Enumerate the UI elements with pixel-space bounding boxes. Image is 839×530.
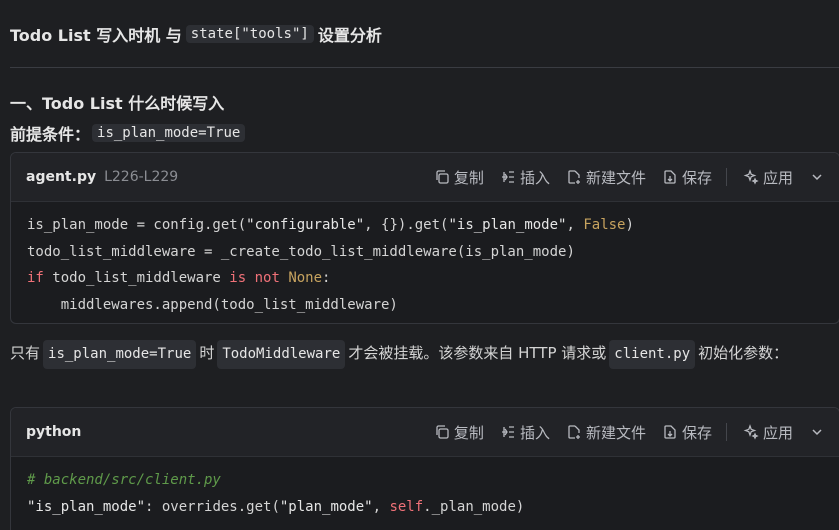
- toolbar-separator: [725, 168, 727, 186]
- apply-label: 应用: [762, 168, 793, 187]
- para-text: 初始化参数：: [698, 344, 789, 362]
- new-file-label: 新建文件: [585, 168, 646, 187]
- para-text: 才会被挂载。该参数来自 HTTP 请求或: [348, 344, 607, 362]
- new-file-icon: [568, 425, 580, 439]
- copy-icon: [436, 170, 449, 184]
- save-label: 保存: [681, 168, 712, 187]
- insert-button[interactable]: 插入: [494, 422, 556, 443]
- save-button[interactable]: 保存: [656, 422, 718, 443]
- save-icon: [664, 425, 676, 439]
- code-block-header: agent.py L226-L229 复制 插入 新建文件 保存 应用: [11, 153, 839, 202]
- insert-label: 插入: [519, 168, 550, 187]
- section-heading: 一、Todo List 什么时候写入: [10, 94, 225, 113]
- code-block-filename: agent.py: [26, 169, 97, 185]
- inline-code: TodoMiddleware: [217, 340, 346, 369]
- code-line-3: if todo_list_middleware is not None:: [27, 265, 823, 292]
- code-block-python: python 复制 插入 新建文件 保存 应用 # backend/src/cl…: [10, 407, 839, 530]
- page: Todo List 写入时机 与 state["tools"] 设置分析 一、T…: [0, 0, 839, 530]
- copy-button[interactable]: 复制: [428, 422, 490, 443]
- code-block-header: python 复制 插入 新建文件 保存 应用: [11, 408, 839, 457]
- insert-label: 插入: [519, 423, 550, 442]
- inline-code: client.py: [609, 340, 696, 369]
- code-block-agent: agent.py L226-L229 复制 插入 新建文件 保存 应用 is_p…: [10, 152, 839, 324]
- sparkle-icon: [743, 424, 759, 440]
- code-block-actions: 复制 插入 新建文件 保存 应用: [424, 422, 825, 443]
- code-text: if todo_list_middleware is not None:: [27, 270, 331, 286]
- sparkle-icon: [743, 169, 759, 185]
- new-file-button[interactable]: 新建文件: [560, 167, 652, 188]
- title-suffix: 设置分析: [317, 26, 382, 45]
- precondition-label: 前提条件：: [10, 125, 91, 144]
- code-line-2: todo_list_middleware = _create_todo_list…: [27, 239, 823, 266]
- precondition-code: is_plan_mode=True: [92, 124, 246, 142]
- code-line-1: # backend/src/client.py: [27, 467, 823, 494]
- copy-icon: [436, 425, 449, 439]
- code-text: is_plan_mode = config.get("configurable"…: [27, 217, 634, 233]
- new-file-icon: [568, 170, 580, 184]
- code-text: "is_plan_mode": overrides.get("plan_mode…: [27, 498, 525, 515]
- new-file-label: 新建文件: [585, 423, 646, 442]
- code-line-1: is_plan_mode = config.get("configurable"…: [27, 212, 823, 239]
- page-title: Todo List 写入时机 与 state["tools"] 设置分析: [10, 22, 382, 46]
- code-text: todo_list_middleware = _create_todo_list…: [27, 243, 575, 260]
- copy-label: 复制: [453, 423, 484, 442]
- para-text: 时: [199, 344, 215, 362]
- divider: [10, 67, 839, 68]
- insert-button[interactable]: 插入: [494, 167, 556, 188]
- code-block-body[interactable]: # backend/src/client.py "is_plan_mode": o…: [11, 457, 839, 530]
- code-block-language: python: [26, 424, 82, 440]
- code-block-actions: 复制 插入 新建文件 保存 应用: [424, 167, 825, 188]
- code-line-2: "is_plan_mode": overrides.get("plan_mode…: [27, 494, 823, 521]
- description-paragraph: 只有 is_plan_mode=True 时 TodoMiddleware 才会被挂载。…: [10, 340, 830, 369]
- save-label: 保存: [681, 423, 712, 442]
- title-code: state["tools"]: [185, 25, 314, 43]
- new-file-button[interactable]: 新建文件: [560, 422, 652, 443]
- insert-icon: [501, 171, 514, 183]
- apply-button[interactable]: 应用: [737, 422, 799, 443]
- code-block-range[interactable]: L226-L229: [104, 169, 178, 185]
- save-button[interactable]: 保存: [656, 167, 718, 188]
- code-text: middlewares.append(todo_list_middleware): [27, 296, 398, 313]
- chevron-down-icon[interactable]: [809, 169, 825, 185]
- precondition: 前提条件： is_plan_mode=True: [10, 121, 249, 145]
- code-line-4: middlewares.append(todo_list_middleware): [27, 292, 823, 319]
- code-comment: # backend/src/client.py: [27, 472, 221, 488]
- inline-code: is_plan_mode=True: [43, 340, 197, 369]
- toolbar-separator: [725, 423, 727, 441]
- para-text: 只有: [10, 344, 41, 362]
- chevron-down-icon[interactable]: [809, 424, 825, 440]
- insert-icon: [501, 426, 514, 438]
- title-prefix: Todo List 写入时机 与: [10, 26, 182, 45]
- code-block-body[interactable]: is_plan_mode = config.get("configurable"…: [11, 202, 839, 323]
- copy-button[interactable]: 复制: [428, 167, 490, 188]
- save-icon: [664, 170, 676, 184]
- copy-label: 复制: [453, 168, 484, 187]
- apply-button[interactable]: 应用: [737, 167, 799, 188]
- apply-label: 应用: [762, 423, 793, 442]
